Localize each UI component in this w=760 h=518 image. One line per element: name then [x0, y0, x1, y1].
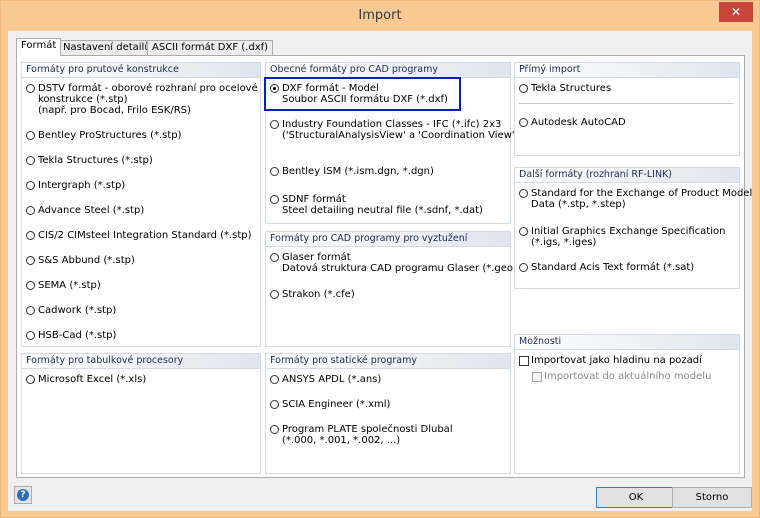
option-label: Initial Graphics Exchange Specification … [531, 226, 726, 248]
group-rf-link: Další formáty (rozhraní RF-LINK) Standar… [514, 167, 752, 289]
group-title: Přímý import [515, 63, 739, 78]
dialog-title: Import [358, 8, 402, 23]
option-label: CIS/2 CIMsteel Integration Standard (*.s… [38, 230, 252, 241]
radio-button[interactable] [26, 375, 35, 384]
group-title: Formáty pro statické programy [266, 354, 510, 369]
option-label: Strakon (*.cfe) [282, 289, 355, 300]
radio-button[interactable] [519, 227, 528, 236]
radio-button[interactable] [26, 181, 35, 190]
dialog-client-area: Formát Nastavení detailů ASCII formát DX… [8, 31, 752, 511]
group-title: Další formáty (rozhraní RF-LINK) [515, 168, 739, 183]
option-label: SCIA Engineer (*.xml) [282, 399, 391, 410]
ok-button[interactable]: OK [596, 487, 676, 508]
group-direct-import: Přímý import Tekla Structures Autodesk A… [514, 62, 740, 156]
group-title: Formáty pro tabulkové procesory [22, 354, 260, 369]
option-label: Standard for the Exchange of Product Mod… [531, 188, 753, 210]
radio-button[interactable] [26, 206, 35, 215]
group-title: Možnosti [515, 335, 739, 350]
radio-button[interactable] [26, 331, 35, 340]
option-label: Tekla Structures [531, 83, 612, 94]
radio-button[interactable] [26, 84, 35, 93]
option-label: S&S Abbund (*.stp) [38, 255, 135, 266]
group-structural-programs: Formáty pro statické programy ANSYS APDL… [265, 353, 511, 474]
group-reinforcement-cad: Formáty pro CAD programy pro vyztužení G… [265, 231, 517, 347]
radio-button[interactable] [270, 375, 279, 384]
option-label: HSB-Cad (*.stp) [38, 330, 117, 341]
option-label: Tekla Structures (*.stp) [38, 155, 153, 166]
checkbox[interactable] [519, 356, 529, 366]
checkbox-label: Importovat do aktuálního modelu [544, 371, 712, 382]
option-label: Autodesk AutoCAD [531, 117, 626, 128]
group-member-structures: Formáty pro prutové konstrukce DSTV form… [21, 62, 261, 347]
option-label: DSTV formát - oborové rozhraní pro ocelo… [38, 83, 258, 116]
option-label: SEMA (*.stp) [38, 280, 101, 291]
radio-button[interactable] [270, 195, 279, 204]
option-label: SDNF formát Steel detailing neutral file… [282, 194, 483, 216]
radio-button[interactable] [26, 306, 35, 315]
radio-button[interactable] [519, 189, 528, 198]
radio-button[interactable] [270, 120, 279, 129]
option-label: ANSYS APDL (*.ans) [282, 374, 382, 385]
radio-button[interactable] [519, 84, 528, 93]
format-tab-panel: Formáty pro prutové konstrukce DSTV form… [16, 55, 752, 478]
radio-button[interactable] [270, 167, 279, 176]
radio-button[interactable] [26, 131, 35, 140]
tab-detail-settings[interactable]: Nastavení detailů [58, 40, 156, 56]
group-title: Obecné formáty pro CAD programy [266, 63, 510, 78]
option-label: Cadwork (*.stp) [38, 305, 117, 316]
close-icon: ✕ [730, 5, 742, 19]
option-label: Standard Acis Text formát (*.sat) [531, 262, 695, 273]
import-dialog: Import ✕ Formát Nastavení detailů ASCII … [0, 0, 760, 518]
radio-button[interactable] [26, 281, 35, 290]
group-title: Formáty pro prutové konstrukce [22, 63, 260, 78]
checkbox-label: Importovat jako hladinu na pozadí [531, 355, 702, 366]
close-button[interactable]: ✕ [719, 2, 753, 22]
radio-button[interactable] [270, 290, 279, 299]
radio-button[interactable] [26, 156, 35, 165]
tab-format[interactable]: Formát [16, 38, 62, 56]
option-label: Industry Foundation Classes - IFC (*.ifc… [282, 119, 519, 141]
radio-button[interactable] [270, 400, 279, 409]
group-title: Formáty pro CAD programy pro vyztužení [266, 232, 510, 247]
option-label: Glaser formát Datová struktura CAD progr… [282, 252, 517, 274]
checkbox-disabled [532, 372, 542, 382]
radio-button[interactable] [519, 118, 528, 127]
option-label: Bentley ISM (*.ism.dgn, *.dgn) [282, 166, 434, 177]
separator [519, 103, 733, 104]
group-spreadsheets: Formáty pro tabulkové procesory Microsof… [21, 353, 261, 474]
option-label: Program PLATE společnosti Dlubal (*.000,… [282, 424, 453, 446]
selection-highlight [264, 77, 461, 111]
cancel-button[interactable]: Storno [672, 487, 752, 508]
option-label: Microsoft Excel (*.xls) [38, 374, 147, 385]
radio-button[interactable] [270, 425, 279, 434]
option-label: Bentley ProStructures (*.stp) [38, 130, 182, 141]
radio-button[interactable] [26, 231, 35, 240]
radio-button[interactable] [270, 253, 279, 262]
help-icon: ? [17, 489, 29, 501]
title-bar[interactable]: Import ✕ [1, 1, 759, 31]
dialog-button-bar: ? OK Storno [8, 480, 752, 511]
help-button[interactable]: ? [14, 486, 32, 504]
option-label: Advance Steel (*.stp) [38, 205, 145, 216]
radio-button[interactable] [519, 263, 528, 272]
group-options: Možnosti Importovat jako hladinu na poza… [514, 334, 740, 474]
tab-ascii-dxf[interactable]: ASCII formát DXF (.dxf) [147, 40, 274, 56]
option-label: Intergraph (*.stp) [38, 180, 126, 191]
radio-button[interactable] [26, 256, 35, 265]
